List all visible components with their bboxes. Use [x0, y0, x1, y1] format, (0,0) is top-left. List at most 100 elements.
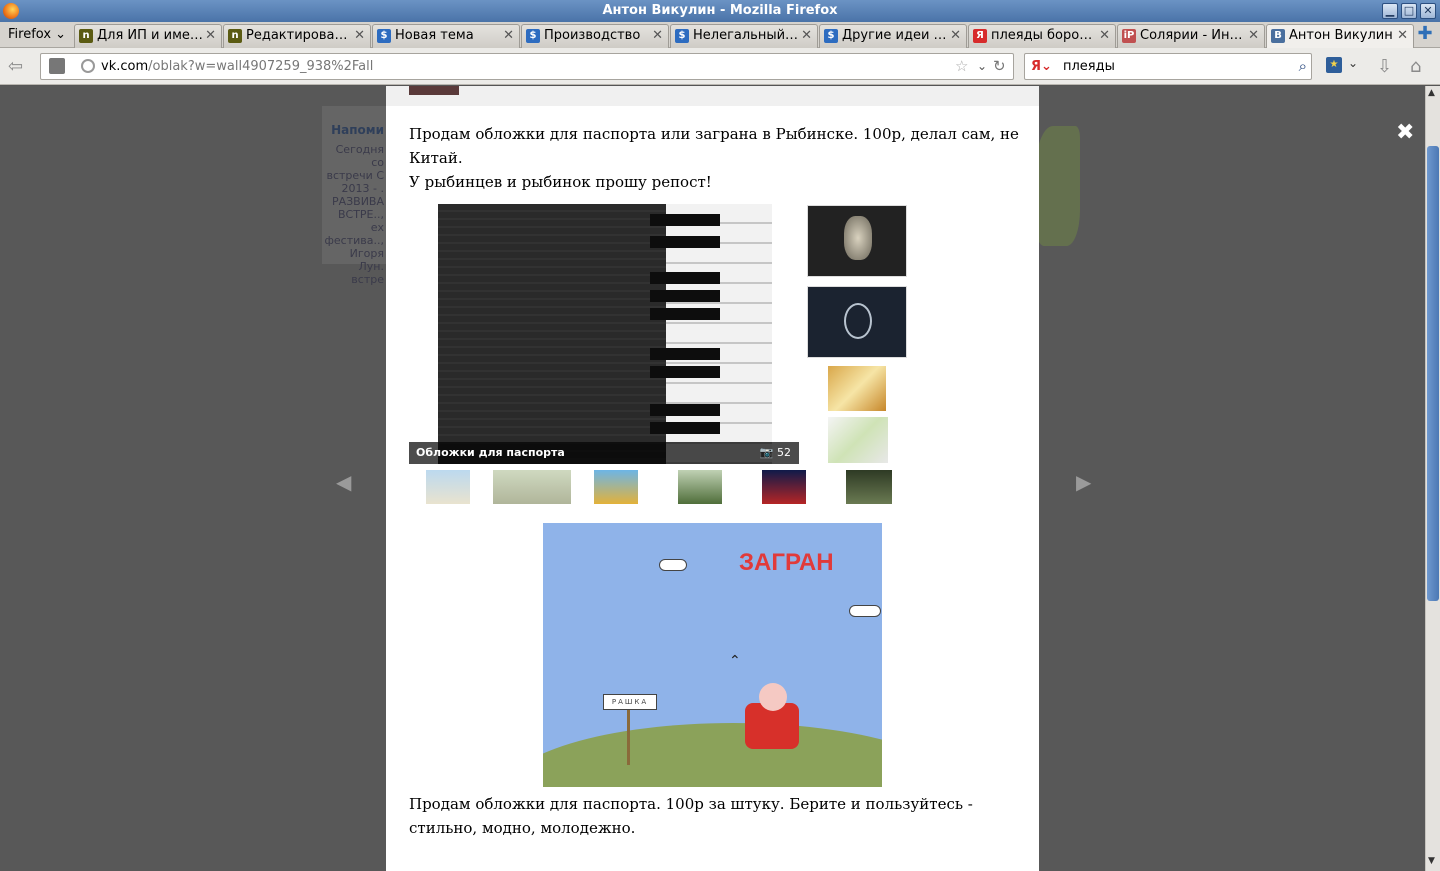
tab-label: Производство [544, 28, 641, 43]
maximize-icon[interactable]: □ [1401, 3, 1417, 19]
bookmark-star-icon[interactable]: ☆ [955, 54, 968, 79]
thumbnail-forest[interactable] [846, 470, 892, 504]
piano-black-key [650, 422, 720, 434]
bookmarks-icon[interactable]: ★ [1326, 57, 1342, 73]
tab-favicon-icon: $ [824, 29, 838, 43]
background-text-line: встречи С [326, 169, 384, 182]
close-tab-icon[interactable]: ✕ [1099, 25, 1110, 46]
close-tab-icon[interactable]: ✕ [205, 25, 216, 46]
tab-favicon-icon: n [79, 29, 93, 43]
close-tab-icon[interactable]: ✕ [950, 25, 961, 46]
chevron-down-icon: ⌄ [55, 27, 67, 42]
close-tab-icon[interactable]: ✕ [503, 25, 514, 46]
camera-icon: 📷 [759, 446, 774, 459]
scrollbar-thumb[interactable] [1427, 146, 1439, 601]
tab-item[interactable]: n Для ИП и име… ✕ [74, 24, 222, 48]
search-input[interactable]: Я⌄ плеяды ⌕ [1024, 53, 1312, 80]
tab-item[interactable]: n Редактирова… ✕ [223, 24, 371, 48]
cloud-icon [659, 559, 687, 571]
firefox-logo-icon [3, 3, 19, 19]
piano-black-key [650, 272, 720, 284]
url-bar[interactable]: vk.com/oblak?w=wall4907259_938%2Fall ☆ ⌄… [40, 53, 1014, 80]
tab-item[interactable]: $ Производство ✕ [521, 24, 669, 48]
skull-icon [844, 216, 872, 260]
tab-label: плеяды боро… [991, 28, 1093, 43]
scroll-up-icon[interactable]: ▲ [1428, 88, 1435, 98]
tab-label: Другие идеи … [842, 28, 947, 43]
close-viewer-icon[interactable]: ✖ [1396, 120, 1414, 145]
bookmarks-dropdown-icon[interactable]: ⌄ [1348, 56, 1358, 70]
piano-black-key [650, 214, 720, 226]
tab-item[interactable]: $ Другие идеи … ✕ [819, 24, 967, 48]
tab-favicon-icon: iP [1122, 29, 1136, 43]
tab-label: Нелегальный… [693, 28, 799, 43]
firefox-menu-label: Firefox [8, 27, 52, 42]
background-text-line: фестива.., [324, 234, 385, 247]
tab-label: Редактирова… [246, 28, 348, 43]
piano-black-key [650, 290, 720, 302]
search-value: плеяды [1063, 59, 1115, 74]
background-text-line: ВСТРЕ.., ех [337, 208, 384, 234]
tab-favicon-icon: $ [377, 29, 391, 43]
background-text-line: встре [351, 273, 384, 286]
tab-item[interactable]: iP Солярии - Ин… ✕ [1117, 24, 1265, 48]
thumbnail-map-2[interactable] [493, 470, 571, 504]
page-scrollbar[interactable]: ▲ ▼ [1425, 86, 1440, 871]
skull-cover-photo-2[interactable] [807, 286, 907, 358]
close-window-icon[interactable]: ✕ [1420, 3, 1436, 19]
downloads-icon[interactable]: ⇩ [1377, 56, 1392, 77]
home-icon[interactable]: ⌂ [1410, 56, 1421, 77]
window-title: Антон Викулин - Mozilla Firefox [602, 3, 838, 18]
avatar[interactable] [409, 86, 459, 95]
piano-black-key [650, 366, 720, 378]
piano-black-key [650, 308, 720, 320]
bird-icon: ⌃ [729, 653, 741, 669]
tab-item[interactable]: $ Новая тема ✕ [372, 24, 520, 48]
next-post-arrow-icon[interactable]: ▶ [1076, 470, 1091, 494]
close-tab-icon[interactable]: ✕ [1248, 25, 1259, 46]
skull-cover-photo-1[interactable] [807, 205, 907, 277]
previous-post-arrow-icon[interactable]: ◀ [336, 470, 351, 494]
post-text-3: Продам обложки для паспорта. 100р за шту… [409, 795, 973, 837]
thumbnail-map-1[interactable] [426, 470, 470, 504]
gold-ribbon-photo[interactable] [828, 366, 886, 411]
map-photo[interactable] [828, 417, 888, 463]
minimize-icon[interactable]: ▁ [1382, 3, 1398, 19]
tab-bar: Firefox ⌄ n Для ИП и име… ✕ n Редактирова… ✕ $… [0, 22, 1440, 48]
search-icon[interactable]: ⌕ [1299, 54, 1307, 79]
background-image [1035, 126, 1080, 246]
reload-icon[interactable]: ↻ [993, 54, 1006, 79]
scroll-down-icon[interactable]: ▼ [1428, 856, 1435, 866]
piano-black-key [650, 404, 720, 416]
comic-photo[interactable]: ЗАГРАН ⌃ РАШКА [543, 523, 882, 787]
tab-label: Новая тема [395, 28, 474, 43]
url-host: vk.com [101, 59, 149, 74]
close-tab-icon[interactable]: ✕ [652, 25, 663, 46]
background-text-line: РАЗВИВА [331, 195, 384, 208]
tab-item[interactable]: Яплеяды боро… ✕ [968, 24, 1116, 48]
close-tab-icon[interactable]: ✕ [1397, 25, 1408, 46]
close-tab-icon[interactable]: ✕ [354, 25, 365, 46]
tab-label: Антон Викулин [1289, 28, 1393, 43]
reminders-header: Напоми [331, 123, 384, 137]
page-info-icon[interactable] [49, 58, 65, 74]
pig-shape [759, 683, 787, 711]
firefox-menu-button[interactable]: Firefox ⌄ [0, 22, 70, 48]
close-tab-icon[interactable]: ✕ [801, 25, 812, 46]
history-dropdown-icon[interactable]: ⌄ [977, 54, 987, 79]
tab-favicon-icon: Я [973, 29, 987, 43]
album-main-photo[interactable] [438, 204, 772, 464]
thumbnail-map-3[interactable] [594, 470, 638, 504]
tab-item[interactable]: В Антон Викулин ✕ [1266, 24, 1414, 48]
thumbnail-landscape[interactable] [678, 470, 722, 504]
back-icon[interactable]: ⇦ [8, 56, 23, 77]
album-caption[interactable]: Обложки для паспорта 📷 52 [409, 442, 799, 464]
thumbnail-motorcycle[interactable] [762, 470, 806, 504]
tab-item[interactable]: $ Нелегальный… ✕ [670, 24, 818, 48]
new-tab-button[interactable]: ✚ [1412, 24, 1438, 46]
yandex-engine-icon[interactable]: Я⌄ [1031, 54, 1052, 79]
comic-title: ЗАГРАН [739, 549, 834, 576]
album-count: 52 [777, 446, 791, 459]
globe-icon [81, 59, 95, 73]
piano-black-key [650, 348, 720, 360]
